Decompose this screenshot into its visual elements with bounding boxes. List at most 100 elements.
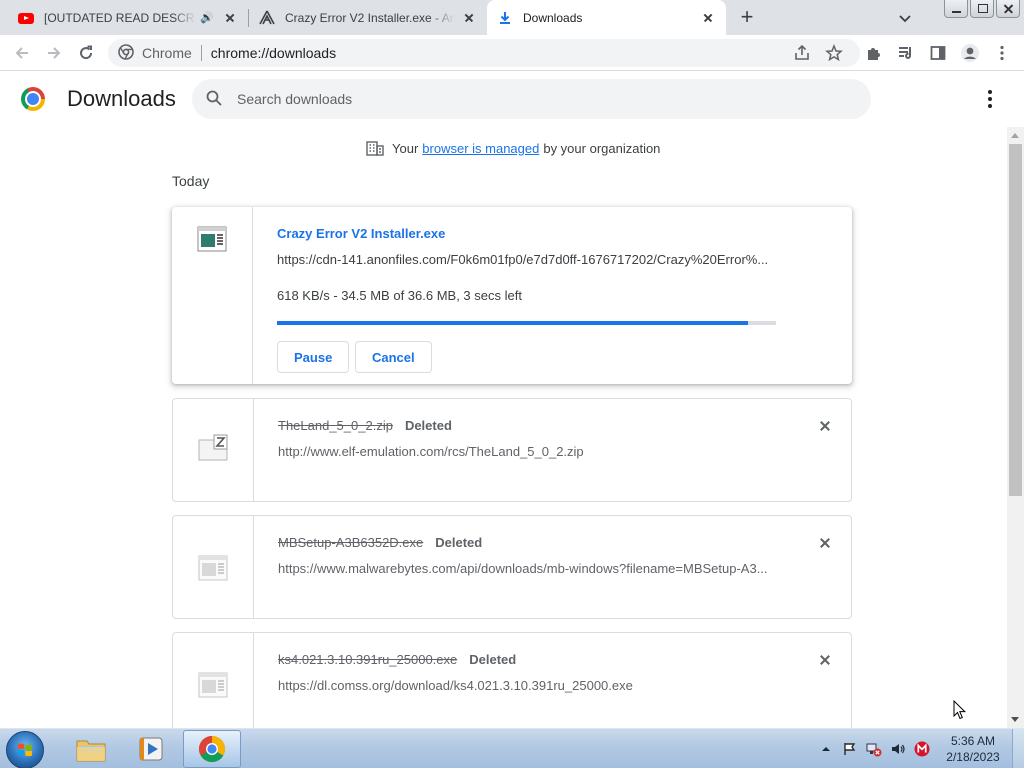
action-center-icon[interactable]: [842, 741, 858, 757]
download-filename: MBSetup-A3B6352D.exe: [278, 535, 424, 550]
managed-suffix: by your organization: [543, 140, 661, 156]
remove-from-list-icon[interactable]: [817, 652, 833, 668]
extensions-puzzle-icon[interactable]: [862, 41, 886, 65]
download-title-row: ks4.021.3.10.391ru_25000.exe Deleted: [278, 652, 516, 667]
download-source-url[interactable]: https://www.malwarebytes.com/api/downloa…: [278, 561, 768, 576]
media-queue-icon[interactable]: [894, 41, 918, 65]
download-status: Deleted: [469, 652, 517, 667]
tab-youtube[interactable]: [OUTDATED READ DESCRIPTION] Crazy Error …: [8, 0, 248, 35]
close-window-button[interactable]: [996, 0, 1020, 18]
download-item-active: Crazy Error V2 Installer.exe https://cdn…: [172, 207, 852, 384]
clock-time: 5:36 AM: [950, 734, 996, 748]
mouse-cursor-icon: [953, 699, 967, 720]
volume-icon[interactable]: [890, 741, 906, 757]
chrome-icon: [198, 735, 226, 763]
screen: [OUTDATED READ DESCRIPTION] Crazy Error …: [0, 0, 1024, 768]
anonfiles-icon: [259, 10, 275, 26]
remove-from-list-icon[interactable]: [817, 418, 833, 434]
reload-button[interactable]: [74, 41, 98, 65]
start-button[interactable]: [6, 731, 44, 768]
omnibox-url: chrome://downloads: [210, 45, 337, 61]
downloads-page: Downloads Your browser is managed by you…: [0, 71, 1024, 728]
exe-file-icon: [197, 554, 229, 582]
taskbar: 5:36 AM 2/18/2023: [0, 728, 1024, 768]
download-item: TheLand_5_0_2.zip Deleted http://www.elf-…: [172, 398, 852, 502]
clock-date: 2/18/2023: [946, 750, 1000, 764]
omnibox[interactable]: Chrome chrome://downloads: [108, 39, 860, 67]
system-tray: [818, 729, 930, 768]
chrome-logo-icon: [21, 87, 45, 111]
forward-button[interactable]: [42, 41, 66, 65]
download-source-url[interactable]: https://cdn-141.anonfiles.com/F0k6m01fp0…: [277, 252, 768, 267]
tab-strip: [OUTDATED READ DESCRIPTION] Crazy Error …: [0, 0, 1024, 35]
download-filename-link[interactable]: Crazy Error V2 Installer.exe: [277, 226, 445, 241]
zip-file-icon: [197, 434, 229, 462]
chrome-taskbar-button[interactable]: [183, 730, 241, 768]
search-input[interactable]: [237, 91, 837, 107]
new-tab-button[interactable]: +: [734, 5, 760, 31]
malwarebytes-icon[interactable]: [914, 741, 930, 757]
show-desktop-button[interactable]: [1012, 729, 1024, 768]
network-error-icon[interactable]: [866, 741, 882, 757]
download-progress-bar: [277, 321, 776, 325]
page-title: Downloads: [67, 86, 176, 111]
maximize-button[interactable]: [970, 0, 994, 18]
section-date-label: Today: [172, 173, 210, 189]
tab-downloads[interactable]: Downloads: [487, 0, 726, 35]
media-player-icon: [139, 737, 163, 761]
pause-button[interactable]: Pause: [277, 341, 350, 373]
download-status: Deleted: [404, 418, 452, 433]
minimize-button[interactable]: [944, 0, 968, 18]
remove-from-list-icon[interactable]: [817, 535, 833, 551]
exe-file-icon: [196, 225, 228, 253]
profile-avatar-icon[interactable]: [958, 41, 982, 65]
browser-managed-link[interactable]: browser is managed: [422, 141, 539, 156]
speaker-icon[interactable]: 🔊: [200, 11, 214, 24]
media-player-taskbar-button[interactable]: [122, 730, 180, 768]
managed-notice: Your browser is managed by your organiza…: [366, 140, 660, 156]
scroll-down-arrow-icon[interactable]: [1011, 717, 1019, 722]
close-tab-icon[interactable]: [461, 10, 477, 26]
browser-toolbar: Chrome chrome://downloads: [0, 35, 1024, 71]
back-button[interactable]: [10, 41, 34, 65]
tab-search-chevron-icon[interactable]: [896, 9, 914, 27]
download-progress-fill: [277, 321, 748, 325]
folder-icon: [76, 740, 106, 762]
download-title-row: TheLand_5_0_2.zip Deleted: [278, 418, 452, 433]
download-title-row: MBSetup-A3B6352D.exe Deleted: [278, 535, 482, 550]
download-progress-text: 618 KB/s - 34.5 MB of 36.6 MB, 3 secs le…: [277, 288, 522, 303]
bookmark-star-icon[interactable]: [822, 41, 846, 65]
download-source-url[interactable]: http://www.elf-emulation.com/rcs/TheLand…: [278, 444, 584, 459]
tab-anonfiles[interactable]: Crazy Error V2 Installer.exe - Anonfiles: [249, 0, 487, 35]
omnibox-site-label: Chrome: [142, 45, 192, 61]
search-downloads-box[interactable]: [192, 79, 871, 119]
taskbar-clock[interactable]: 5:36 AM 2/18/2023: [940, 733, 1006, 765]
page-scrollbar[interactable]: [1007, 127, 1024, 728]
explorer-taskbar-button[interactable]: [62, 730, 120, 768]
cancel-button[interactable]: Cancel: [355, 341, 432, 373]
download-item: ks4.021.3.10.391ru_25000.exe Deleted http…: [172, 632, 852, 728]
windows-logo-icon: [18, 743, 32, 757]
file-icon-column: [173, 516, 254, 618]
show-hidden-icons-icon[interactable]: [818, 741, 834, 757]
chrome-site-icon: [118, 43, 134, 63]
close-tab-icon[interactable]: [222, 10, 238, 26]
downloads-menu-icon[interactable]: [978, 87, 1002, 111]
exe-file-icon: [197, 671, 229, 699]
download-status: Deleted: [435, 535, 483, 550]
managed-prefix: Your: [392, 140, 419, 156]
side-panel-icon[interactable]: [926, 41, 950, 65]
downloads-header: Downloads: [0, 71, 1024, 127]
download-filename: TheLand_5_0_2.zip: [278, 418, 393, 433]
tab-title: Crazy Error V2 Installer.exe - Anonfiles: [285, 10, 455, 25]
close-tab-icon[interactable]: [700, 10, 716, 26]
download-source-url[interactable]: https://dl.comss.org/download/ks4.021.3.…: [278, 678, 633, 693]
search-icon: [205, 89, 223, 110]
scroll-up-arrow-icon[interactable]: [1011, 133, 1019, 138]
share-icon[interactable]: [790, 41, 814, 65]
window-controls: [944, 0, 1020, 18]
download-item: MBSetup-A3B6352D.exe Deleted https://www.…: [172, 515, 852, 619]
tab-title: Downloads: [523, 10, 583, 25]
scrollbar-thumb[interactable]: [1009, 144, 1022, 496]
chrome-menu-icon[interactable]: [990, 41, 1014, 65]
